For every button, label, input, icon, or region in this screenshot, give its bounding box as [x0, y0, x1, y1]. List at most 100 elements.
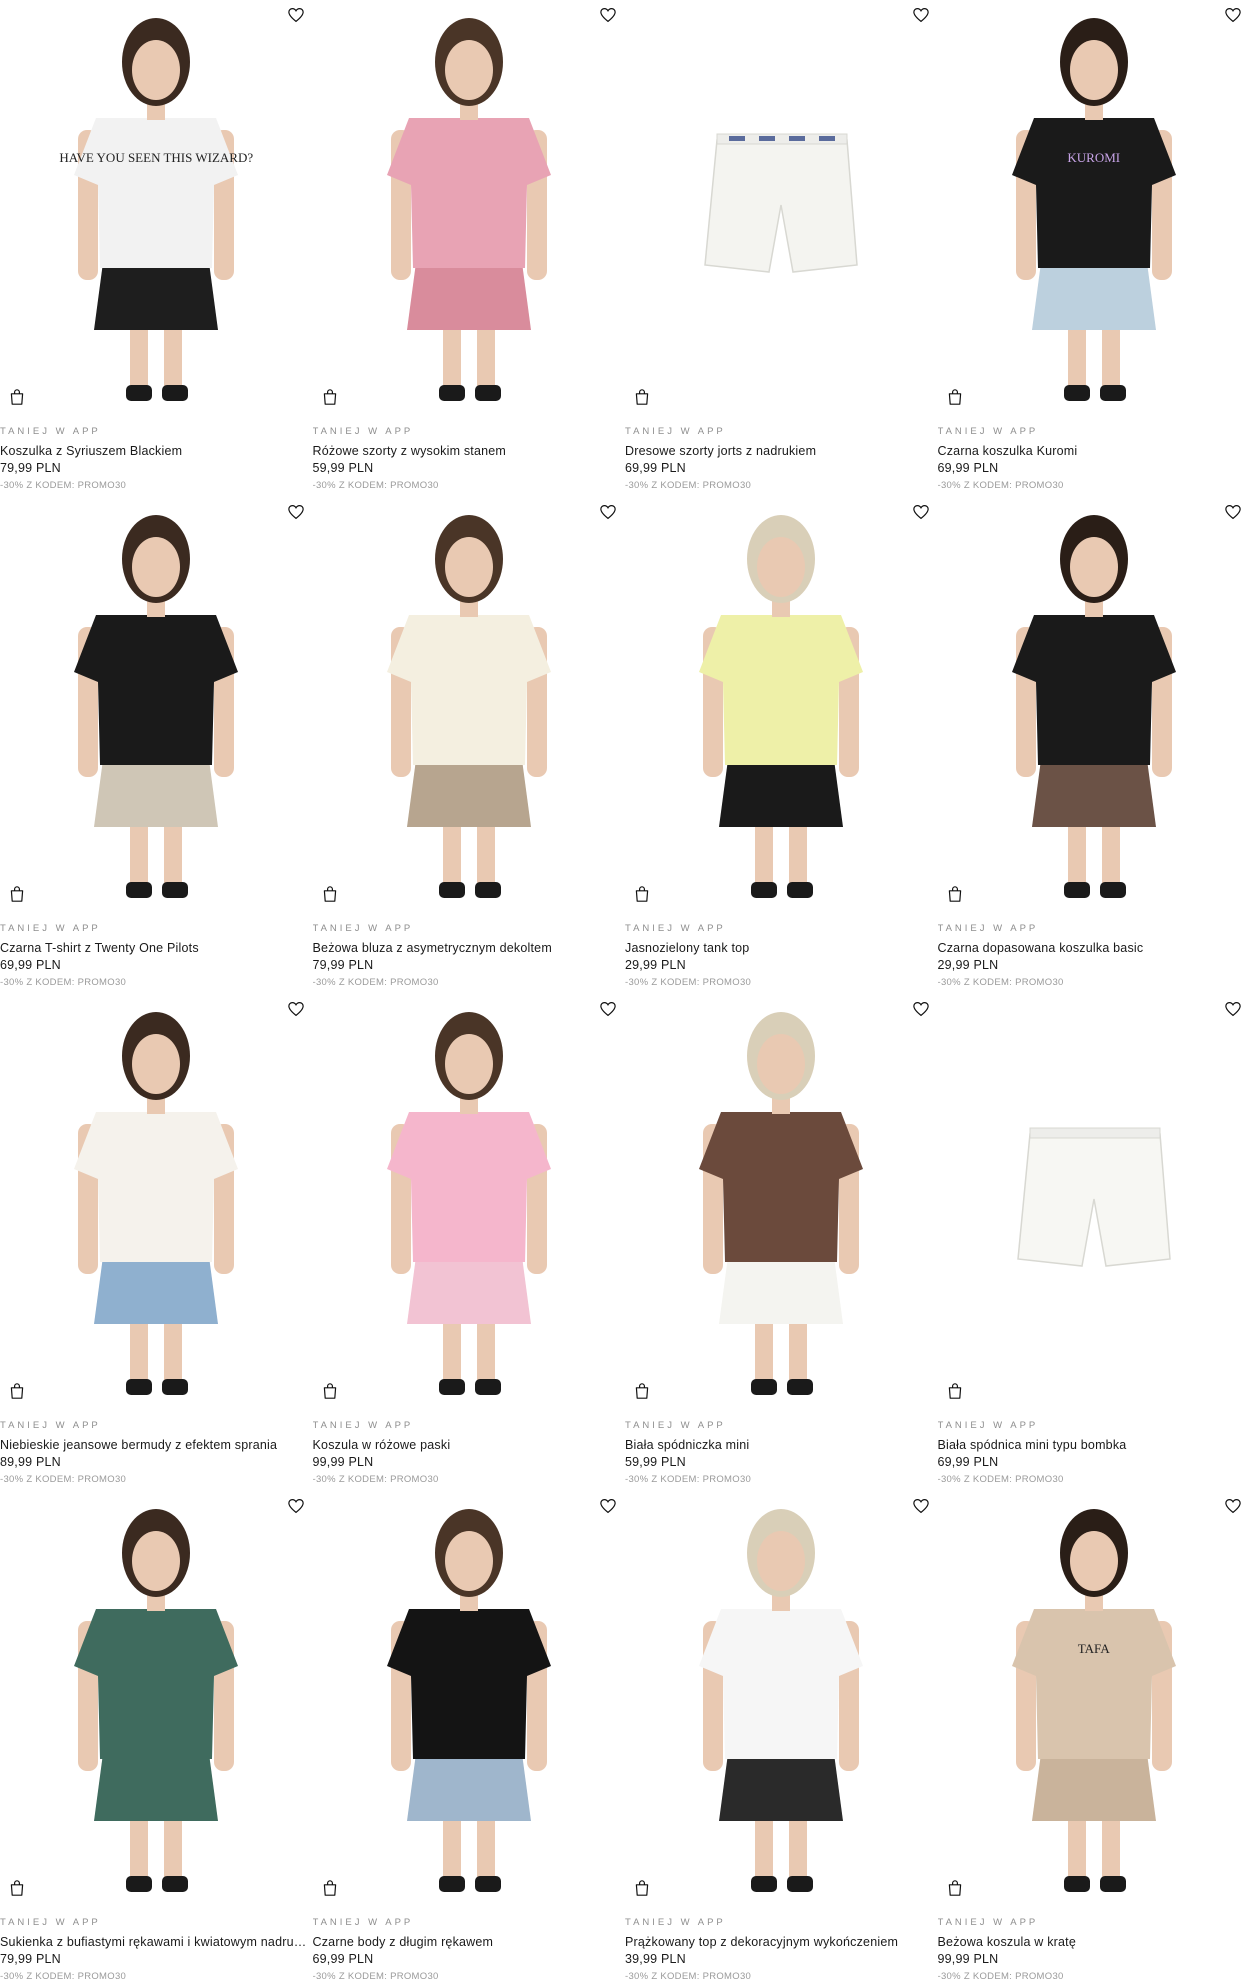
shopping-bag-icon[interactable] — [634, 885, 650, 903]
product-card[interactable]: TANIEJ W APP Biała spódniczka mini 59,99 P… — [625, 994, 938, 1491]
product-name[interactable]: Biała spódnica mini typu bombka — [938, 1437, 1246, 1453]
product-card[interactable]: TANIEJ W APP Czarne body z długim rękawem… — [312, 1491, 626, 1988]
heart-icon[interactable] — [287, 1497, 305, 1515]
shopping-bag-icon[interactable] — [9, 1382, 25, 1400]
product-image[interactable] — [625, 994, 938, 1409]
discount-code: -30% Z KODEM: PROMO30 — [937, 1474, 1064, 1485]
heart-icon[interactable] — [912, 503, 930, 521]
product-card[interactable]: TANIEJ W APP Beżowa bluza z asymetrycznym… — [312, 497, 626, 994]
product-image[interactable] — [312, 497, 625, 912]
heart-icon[interactable] — [599, 1497, 617, 1515]
shopping-bag-icon[interactable] — [322, 388, 338, 406]
product-info: TANIEJ W APP Beżowa bluza z asymetrycznym… — [313, 922, 626, 990]
product-info: TANIEJ W APP Czarne body z długim rękawem… — [313, 1916, 626, 1984]
product-image[interactable] — [0, 497, 313, 912]
product-name[interactable]: Beżowa koszula w kratę — [938, 1934, 1246, 1950]
product-name[interactable]: Niebieskie jeansowe bermudy z efektem sp… — [0, 1437, 308, 1453]
product-name[interactable]: Dresowe szorty jorts z nadrukiem — [625, 443, 933, 459]
shopping-bag-icon[interactable] — [634, 1879, 650, 1897]
product-info: TANIEJ W APP Biała spódniczka mini 59,99 P… — [625, 1419, 938, 1487]
heart-icon[interactable] — [1224, 1000, 1242, 1018]
shopping-bag-icon[interactable] — [322, 885, 338, 903]
product-image[interactable] — [625, 497, 938, 912]
product-image[interactable] — [312, 0, 625, 415]
app-promo-label: TANIEJ W APP — [312, 1420, 414, 1431]
product-name[interactable]: Prążkowany top z dekoracyjnym wykończeni… — [625, 1934, 933, 1950]
discount-code: -30% Z KODEM: PROMO30 — [0, 977, 127, 988]
product-card[interactable]: TANIEJ W APP Dresowe szorty jorts z nadru… — [625, 0, 938, 497]
shopping-bag-icon[interactable] — [634, 1382, 650, 1400]
discount-code: -30% Z KODEM: PROMO30 — [0, 1474, 127, 1485]
shopping-bag-icon[interactable] — [947, 1879, 963, 1897]
product-price: 39,99 PLN — [625, 1952, 686, 1966]
heart-icon[interactable] — [1224, 503, 1242, 521]
heart-icon[interactable] — [912, 1000, 930, 1018]
product-price: 29,99 PLN — [625, 958, 686, 972]
heart-icon[interactable] — [287, 6, 305, 24]
heart-icon[interactable] — [912, 1497, 930, 1515]
product-image[interactable] — [937, 994, 1250, 1409]
product-card[interactable]: KUROMI TANIEJ W APP Czarna koszulka Kuromi… — [937, 0, 1250, 497]
product-name[interactable]: Czarne body z długim rękawem — [313, 1934, 621, 1950]
product-name[interactable]: Koszula w różowe paski — [313, 1437, 621, 1453]
product-grid: HAVE YOU SEEN THIS WIZARD? TANIEJ W APP Ko… — [0, 0, 1250, 1988]
product-name[interactable]: Beżowa bluza z asymetrycznym dekoltem — [313, 940, 621, 956]
product-image[interactable] — [312, 994, 625, 1409]
discount-code: -30% Z KODEM: PROMO30 — [312, 1971, 439, 1982]
product-card[interactable]: TANIEJ W APP Czarna T-shirt z Twenty One … — [0, 497, 313, 994]
product-name[interactable]: Koszulka z Syriuszem Blackiem — [0, 443, 308, 459]
product-name[interactable]: Czarna T-shirt z Twenty One Pilots — [0, 940, 308, 956]
product-card[interactable]: TAFA TANIEJ W APP Beżowa koszula w kratę 99… — [937, 1491, 1250, 1988]
shopping-bag-icon[interactable] — [947, 388, 963, 406]
product-card[interactable]: TANIEJ W APP Jasnozielony tank top 29,99 P… — [625, 497, 938, 994]
product-name[interactable]: Biała spódniczka mini — [625, 1437, 933, 1453]
shopping-bag-icon[interactable] — [9, 885, 25, 903]
product-image[interactable]: TAFA — [937, 1491, 1250, 1906]
shopping-bag-icon[interactable] — [947, 1382, 963, 1400]
app-promo-label: TANIEJ W APP — [0, 1917, 101, 1928]
product-image[interactable] — [937, 497, 1250, 912]
heart-icon[interactable] — [912, 6, 930, 24]
shopping-bag-icon[interactable] — [947, 885, 963, 903]
heart-icon[interactable] — [599, 1000, 617, 1018]
heart-icon[interactable] — [287, 503, 305, 521]
heart-icon[interactable] — [1224, 6, 1242, 24]
product-image[interactable] — [312, 1491, 625, 1906]
product-image[interactable]: HAVE YOU SEEN THIS WIZARD? — [0, 0, 313, 415]
shopping-bag-icon[interactable] — [322, 1382, 338, 1400]
product-image[interactable] — [0, 1491, 313, 1906]
heart-icon[interactable] — [599, 6, 617, 24]
product-price: 89,99 PLN — [0, 1455, 61, 1469]
product-card[interactable]: TANIEJ W APP Prążkowany top z dekoracyjny… — [625, 1491, 938, 1988]
discount-code: -30% Z KODEM: PROMO30 — [0, 1971, 127, 1982]
product-price: 29,99 PLN — [937, 958, 999, 972]
product-card[interactable]: TANIEJ W APP Niebieskie jeansowe bermudy … — [0, 994, 313, 1491]
app-promo-label: TANIEJ W APP — [937, 1917, 1039, 1928]
product-name[interactable]: Różowe szorty z wysokim stanem — [313, 443, 621, 459]
product-name[interactable]: Jasnozielony tank top — [625, 940, 933, 956]
product-price: 69,99 PLN — [0, 958, 61, 972]
shopping-bag-icon[interactable] — [322, 1879, 338, 1897]
product-image[interactable]: KUROMI — [937, 0, 1250, 415]
heart-icon[interactable] — [599, 503, 617, 521]
heart-icon[interactable] — [1224, 1497, 1242, 1515]
product-card[interactable]: TANIEJ W APP Czarna dopasowana koszulka b… — [937, 497, 1250, 994]
app-promo-label: TANIEJ W APP — [0, 1420, 101, 1431]
product-card[interactable]: TANIEJ W APP Sukienka z bufiastymi rękawa… — [0, 1491, 313, 1988]
product-name[interactable]: Sukienka z bufiastymi rękawami i kwiatow… — [0, 1934, 308, 1950]
product-card[interactable]: TANIEJ W APP Koszula w różowe paski 99,99 … — [312, 994, 625, 1491]
app-promo-label: TANIEJ W APP — [312, 426, 414, 437]
product-card[interactable]: HAVE YOU SEEN THIS WIZARD? TANIEJ W APP Ko… — [0, 0, 313, 497]
product-image[interactable] — [625, 0, 938, 415]
product-image[interactable] — [625, 1491, 938, 1906]
product-card[interactable]: TANIEJ W APP Biała spódnica mini typu bom… — [937, 994, 1250, 1491]
shopping-bag-icon[interactable] — [634, 388, 650, 406]
product-image[interactable] — [0, 994, 313, 1409]
heart-icon[interactable] — [287, 1000, 305, 1018]
shopping-bag-icon[interactable] — [9, 388, 25, 406]
shopping-bag-icon[interactable] — [9, 1879, 25, 1897]
product-card[interactable]: TANIEJ W APP Różowe szorty z wysokim stan… — [312, 0, 625, 497]
product-name[interactable]: Czarna koszulka Kuromi — [938, 443, 1246, 459]
product-price: 69,99 PLN — [312, 1952, 374, 1966]
product-name[interactable]: Czarna dopasowana koszulka basic — [938, 940, 1246, 956]
